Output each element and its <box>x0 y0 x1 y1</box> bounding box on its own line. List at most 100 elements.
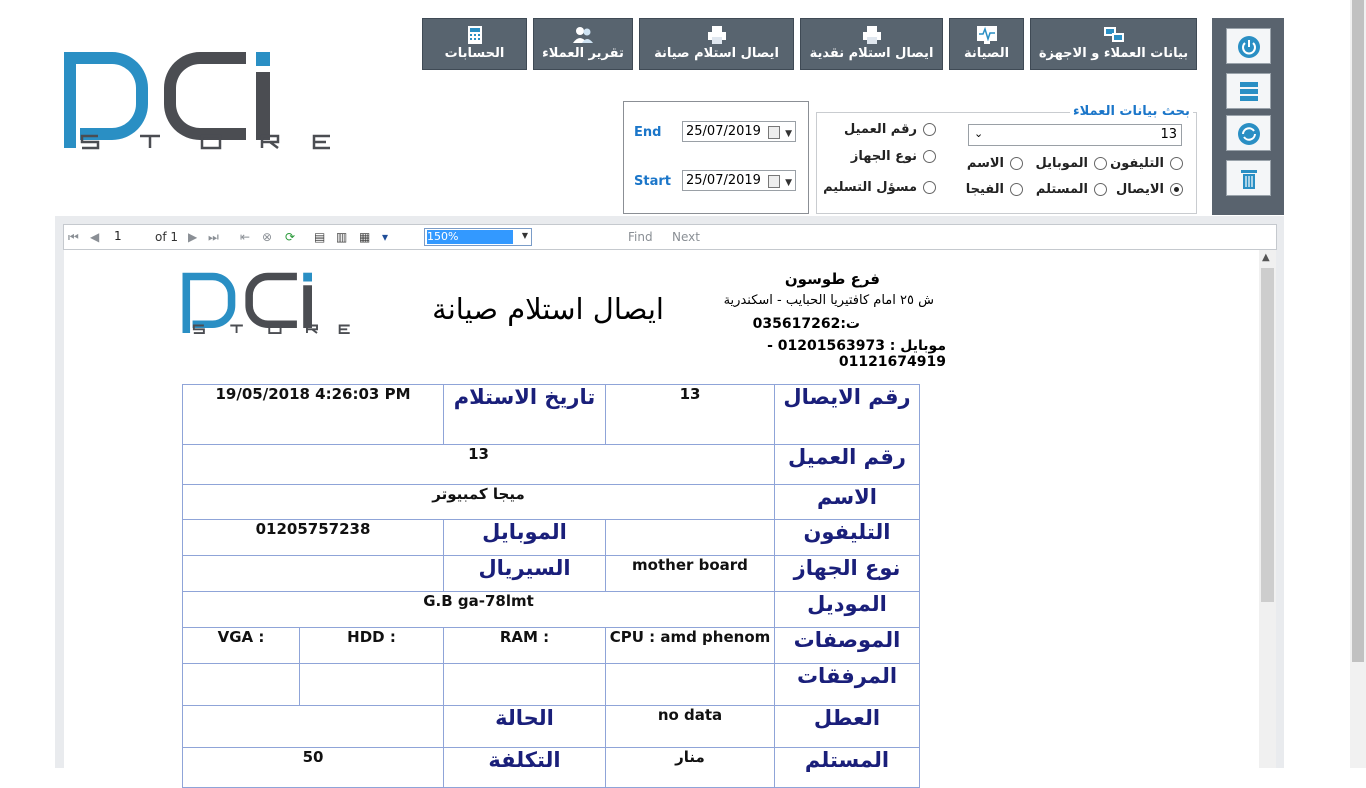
serial-value <box>182 555 444 592</box>
printer-icon <box>707 26 726 44</box>
end-date-value: 25/07/2019 <box>686 124 761 139</box>
chevron-down-icon: ▼ <box>521 231 528 240</box>
next-page-icon[interactable]: ▶ <box>188 230 197 244</box>
radio-mobile[interactable]: الموبايل <box>1036 156 1107 171</box>
radio-receipt[interactable]: الايصال <box>1116 182 1183 197</box>
menu-accounts-button[interactable]: الحسابات <box>422 18 527 70</box>
table-row: السيريال mother board نوع الجهاز <box>182 555 920 592</box>
status-value <box>182 705 444 748</box>
print-layout-icon[interactable]: ▥ <box>336 230 347 244</box>
chevron-down-icon[interactable]: ▼ <box>785 125 792 144</box>
refresh-button[interactable] <box>1226 115 1271 151</box>
last-page-icon[interactable]: ⏭ <box>208 230 219 245</box>
radio-dot <box>1094 157 1107 170</box>
report-toolbar: ⏮ ◀ 1 of 1 ▶ ⏭ ⇤ ⊗ ⟳ ▤ ▥ ▦ ▾ 150% ▼ Find… <box>63 224 1277 250</box>
menu-label: ايصال استلام صيانة <box>654 46 779 61</box>
menu-label: تقرير العملاء <box>542 46 624 61</box>
printer-icon <box>862 26 881 44</box>
find-link[interactable]: Find <box>628 230 653 244</box>
model-label: الموديل <box>774 591 920 628</box>
scroll-up-arrow[interactable]: ▲ <box>1262 252 1270 263</box>
back-icon[interactable]: ⇤ <box>240 230 250 244</box>
window-scroll-thumb[interactable] <box>1352 0 1364 662</box>
brand-logo <box>64 52 330 150</box>
power-button[interactable] <box>1226 28 1271 64</box>
customer-no-value: 13 <box>182 444 775 485</box>
vga-value: VGA : <box>182 627 300 664</box>
fault-value: no data <box>605 705 775 748</box>
device-type-value: mother board <box>605 555 775 592</box>
end-date-label: End <box>634 125 662 140</box>
radio-receiver[interactable]: المستلم <box>1036 182 1107 197</box>
receipt-no-value: 13 <box>605 384 775 445</box>
search-value: 13 <box>1160 127 1177 142</box>
menu-maintenance-receipt-button[interactable]: ايصال استلام صيانة <box>639 18 794 70</box>
serial-label: السيريال <box>443 555 606 592</box>
phone-label: التليفون <box>774 519 920 556</box>
database-button[interactable] <box>1226 73 1271 109</box>
radio-dot <box>1170 157 1183 170</box>
ram-value: RAM : <box>443 627 606 664</box>
search-legend: بحث بيانات العملاء <box>1070 104 1193 119</box>
report-logo <box>182 272 350 334</box>
branch-tel: ت:035617262 <box>752 316 860 332</box>
start-date-picker[interactable]: 25/07/2019 ▼ <box>682 170 796 191</box>
refresh-icon[interactable]: ⟳ <box>285 230 295 244</box>
chevron-down-icon[interactable]: ▼ <box>785 174 792 193</box>
radio-delivery[interactable]: مسؤل التسليم <box>823 180 936 195</box>
branch-mobile: موبايل : 01201563973 - 01121674919 <box>767 338 946 370</box>
table-row: 01205757238 الموبايل التليفون <box>182 519 920 556</box>
radio-name[interactable]: الاسم <box>967 156 1023 171</box>
page-input[interactable]: 1 <box>114 229 146 243</box>
cpu-value: CPU : amd phenom <box>605 627 775 664</box>
end-date-picker[interactable]: 25/07/2019 ▼ <box>682 121 796 142</box>
name-label: الاسم <box>774 484 920 520</box>
attachment-cell <box>182 663 300 706</box>
zoom-select[interactable]: 150% ▼ <box>424 228 532 246</box>
zoom-value: 150% <box>427 230 513 244</box>
menu-customers-devices-button[interactable]: بيانات العملاء و الاجهزة <box>1030 18 1197 70</box>
attachments-label: المرفقات <box>774 663 920 706</box>
table-row: المرفقات <box>182 663 920 706</box>
specs-label: الموصفات <box>774 627 920 664</box>
search-combo[interactable]: ⌄ 13 <box>968 124 1182 146</box>
radio-phone[interactable]: التليفون <box>1110 156 1183 171</box>
attachment-cell <box>605 663 775 706</box>
refresh-icon <box>1238 123 1260 145</box>
table-row: G.B ga-78lmt الموديل <box>182 591 920 628</box>
attachment-cell <box>443 663 606 706</box>
menu-label: الصيانة <box>963 46 1010 61</box>
first-page-icon[interactable]: ⏮ <box>68 230 79 245</box>
receipt-no-label: رقم الايصال <box>774 384 920 445</box>
start-date-label: Start <box>634 174 671 189</box>
table-row: ميجا كمبيوتر الاسم <box>182 484 920 520</box>
delete-button[interactable] <box>1226 160 1271 196</box>
radio-customer-no[interactable]: رقم العميل <box>844 122 936 137</box>
radio-dot <box>1010 157 1023 170</box>
report-title: ايصال استلام صيانة <box>432 292 664 326</box>
radio-dot <box>1010 183 1023 196</box>
date-range-panel: End 25/07/2019 ▼ Start 25/07/2019 ▼ <box>623 101 809 214</box>
report-scroll-thumb[interactable] <box>1261 268 1274 602</box>
prev-page-icon[interactable]: ◀ <box>90 230 99 244</box>
export-icon[interactable]: ▾ <box>382 230 388 244</box>
side-panel <box>1212 18 1284 215</box>
calculator-icon <box>467 26 482 44</box>
fault-label: العطل <box>774 705 920 748</box>
menu-maintenance-button[interactable]: الصيانة <box>949 18 1024 70</box>
next-link[interactable]: Next <box>672 230 700 244</box>
radio-device-type[interactable]: نوع الجهاز <box>851 149 936 164</box>
radio-vga[interactable]: الفيجا <box>966 182 1023 197</box>
page-setup-icon[interactable]: ▦ <box>359 230 370 244</box>
table-row: VGA : HDD : RAM : CPU : amd phenom الموص… <box>182 627 920 664</box>
customer-name-value: ميجا كمبيوتر <box>182 484 775 520</box>
radio-dot-selected <box>1170 183 1183 196</box>
receive-date-value: 19/05/2018 4:26:03 PM <box>182 384 444 445</box>
menu-cash-receipt-button[interactable]: ايصال استلام نقدية <box>800 18 943 70</box>
menu-label: بيانات العملاء و الاجهزة <box>1038 46 1189 61</box>
stop-icon[interactable]: ⊗ <box>262 230 272 244</box>
print-icon[interactable]: ▤ <box>314 230 325 244</box>
menu-customers-report-button[interactable]: تقرير العملاء <box>533 18 633 70</box>
menu-label: ايصال استلام نقدية <box>809 46 934 61</box>
receipt-table: 19/05/2018 4:26:03 PM تاريخ الاستلام 13 … <box>182 384 920 788</box>
